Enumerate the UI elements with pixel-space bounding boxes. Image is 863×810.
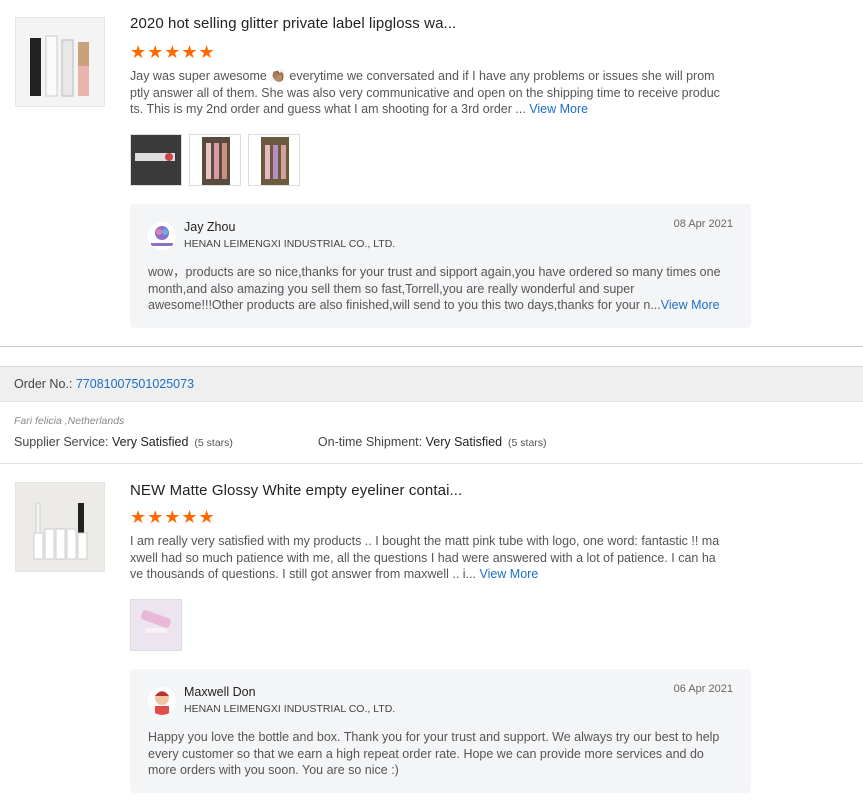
shipment-value: Very Satisfied: [425, 435, 503, 449]
rating-stars: ★★★★★: [130, 42, 216, 62]
supplier-service-value: Very Satisfied: [111, 435, 189, 449]
reply-date: 08 Apr 2021: [673, 218, 733, 230]
review-text: I am really very satisfied with my produ…: [130, 533, 720, 583]
view-more-link[interactable]: View More: [529, 102, 588, 116]
review-photo[interactable]: [189, 134, 241, 186]
supplier-service-label: Supplier Service:: [14, 435, 109, 449]
order-number-label: Order No.:: [14, 377, 73, 391]
supplier-service-stars: (5 stars): [194, 437, 233, 449]
supplier-name: Jay Zhou: [184, 220, 236, 234]
reply-body: wow，products are so nice,thanks for your…: [148, 265, 721, 312]
service-ratings: Supplier Service: Very Satisfied (5 stars…: [14, 435, 547, 449]
view-more-link[interactable]: View More: [479, 567, 538, 581]
reply-text: wow，products are so nice,thanks for your…: [148, 264, 728, 314]
product-thumbnail[interactable]: [15, 482, 105, 572]
review-photo[interactable]: [130, 599, 182, 651]
review-text: Jay was super awesome 👏🏽 everytime we co…: [130, 68, 720, 118]
rating-stars: ★★★★★: [130, 507, 216, 527]
shipment-label: On-time Shipment:: [317, 435, 423, 449]
review-photo[interactable]: [130, 134, 182, 186]
product-title[interactable]: NEW Matte Glossy White empty eyeliner co…: [130, 482, 462, 499]
review-body: Jay was super awesome 👏🏽 everytime we co…: [130, 69, 720, 116]
review-item: NEW Matte Glossy White empty eyeliner co…: [0, 464, 863, 810]
product-thumbnail[interactable]: [15, 17, 105, 107]
order-header: Order No.: 77081007501025073: [0, 366, 863, 402]
order-number-link[interactable]: 77081007501025073: [76, 377, 194, 391]
product-title[interactable]: 2020 hot selling glitter private label l…: [130, 15, 456, 32]
order-number: Order No.: 77081007501025073: [14, 377, 194, 391]
supplier-reply: Maxwell Don HENAN LEIMENGXI INDUSTRIAL C…: [130, 669, 751, 793]
reply-text: Happy you love the bottle and box. Thank…: [148, 729, 728, 779]
supplier-name: Maxwell Don: [184, 685, 256, 699]
supplier-avatar: [148, 222, 176, 250]
section-divider: [0, 346, 863, 347]
supplier-company: HENAN LEIMENGXI INDUSTRIAL CO., LTD.: [184, 238, 396, 250]
supplier-company: HENAN LEIMENGXI INDUSTRIAL CO., LTD.: [184, 703, 396, 715]
review-photo[interactable]: [248, 134, 300, 186]
reply-body: Happy you love the bottle and box. Thank…: [148, 730, 720, 777]
buyer-info: Fari felicia ,Netherlands: [14, 415, 125, 427]
view-more-link[interactable]: View More: [661, 298, 720, 312]
supplier-reply: Jay Zhou HENAN LEIMENGXI INDUSTRIAL CO.,…: [130, 204, 751, 328]
review-body: I am really very satisfied with my produ…: [130, 534, 720, 581]
review-item: 2020 hot selling glitter private label l…: [0, 0, 863, 346]
reply-date: 06 Apr 2021: [673, 683, 733, 695]
shipment-stars: (5 stars): [508, 437, 547, 449]
supplier-avatar: [148, 687, 176, 715]
